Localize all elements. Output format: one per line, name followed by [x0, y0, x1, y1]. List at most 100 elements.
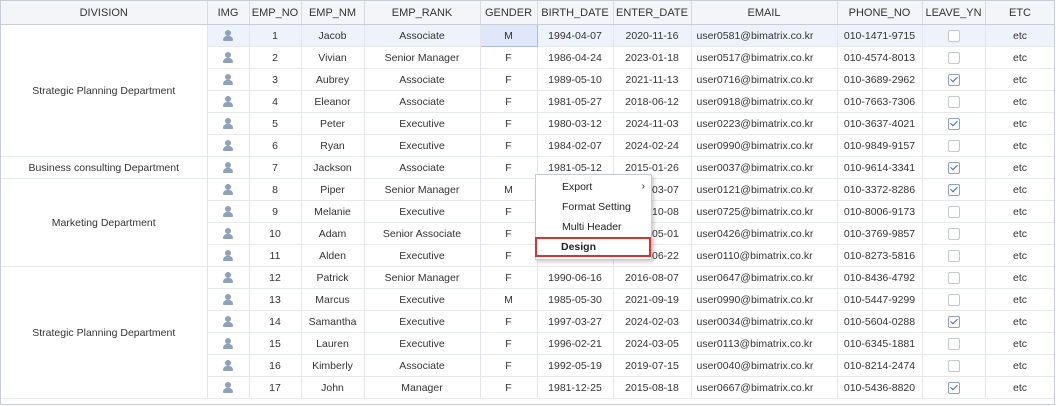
emp-no-cell[interactable]: 1 [249, 24, 302, 47]
leave-checkbox[interactable] [947, 249, 960, 262]
enter-date-cell[interactable]: 2021-09-19 [613, 288, 692, 311]
etc-cell[interactable]: etc [985, 24, 1054, 47]
email-cell[interactable]: user0426@bimatrix.co.kr [691, 222, 838, 245]
etc-cell[interactable]: etc [985, 222, 1054, 245]
column-header-emp-no[interactable]: EMP_NO [249, 1, 302, 25]
emp-name-cell[interactable]: Vivian [301, 46, 365, 69]
birth-date-cell[interactable]: 1994-04-07 [537, 24, 614, 47]
emp-no-cell[interactable]: 8 [249, 178, 302, 201]
column-header-etc[interactable]: ETC [985, 1, 1054, 25]
birth-date-cell[interactable]: 1997-03-27 [537, 310, 614, 333]
leave-checkbox[interactable] [947, 51, 960, 64]
enter-date-cell[interactable]: 2024-11-03 [613, 112, 692, 135]
email-cell[interactable]: user0990@bimatrix.co.kr [691, 134, 838, 157]
leave-checkbox[interactable] [947, 205, 960, 218]
leave-yn-cell[interactable] [922, 112, 986, 135]
emp-no-cell[interactable]: 7 [249, 156, 302, 179]
table-row[interactable]: Strategic Planning Department 1 Jacob Assoc… [1, 24, 1054, 157]
table-row[interactable]: Strategic Planning Department 12 Patrick Se… [1, 266, 1054, 399]
leave-checkbox[interactable] [947, 161, 960, 174]
emp-name-cell[interactable]: Kimberly [301, 354, 365, 377]
enter-date-cell[interactable]: 2020-11-16 [613, 24, 692, 47]
emp-no-cell[interactable]: 3 [249, 68, 302, 91]
birth-date-cell[interactable]: 1996-02-21 [537, 332, 614, 355]
column-header-gender[interactable]: GENDER [480, 1, 538, 25]
img-cell[interactable] [207, 200, 250, 223]
etc-cell[interactable]: etc [985, 310, 1054, 333]
table-row[interactable]: Marketing Department 8 Piper Senior Manager… [1, 178, 1054, 267]
leave-yn-cell[interactable] [922, 354, 986, 377]
emp-rank-cell[interactable]: Associate [364, 24, 481, 47]
leave-checkbox[interactable] [947, 315, 960, 328]
email-cell[interactable]: user0725@bimatrix.co.kr [691, 200, 838, 223]
leave-yn-cell[interactable] [922, 24, 986, 47]
emp-name-cell[interactable]: Alden [301, 244, 365, 267]
img-cell[interactable] [207, 134, 250, 157]
img-cell[interactable] [207, 222, 250, 245]
emp-rank-cell[interactable]: Associate [364, 354, 481, 377]
division-cell[interactable]: Strategic Planning Department [1, 266, 208, 399]
leave-checkbox[interactable] [947, 271, 960, 284]
emp-name-cell[interactable]: Piper [301, 178, 365, 201]
email-cell[interactable]: user0581@bimatrix.co.kr [691, 24, 838, 47]
column-header-birth-date[interactable]: BIRTH_DATE [537, 1, 614, 25]
birth-date-cell[interactable]: 1980-03-12 [537, 112, 614, 135]
emp-rank-cell[interactable]: Executive [364, 332, 481, 355]
email-cell[interactable]: user0990@bimatrix.co.kr [691, 288, 838, 311]
email-cell[interactable]: user0121@bimatrix.co.kr [691, 178, 838, 201]
emp-rank-cell[interactable]: Senior Manager [364, 178, 481, 201]
etc-cell[interactable]: etc [985, 376, 1054, 399]
img-cell[interactable] [207, 178, 250, 201]
etc-cell[interactable]: etc [985, 178, 1054, 201]
gender-cell[interactable]: M [480, 178, 538, 201]
leave-checkbox[interactable] [947, 95, 960, 108]
leave-yn-cell[interactable] [922, 134, 986, 157]
leave-checkbox[interactable] [947, 139, 960, 152]
emp-rank-cell[interactable]: Executive [364, 112, 481, 135]
gender-cell[interactable]: F [480, 200, 538, 223]
column-header-enter-date[interactable]: ENTER_DATE [613, 1, 692, 25]
gender-cell[interactable]: F [480, 222, 538, 245]
phone-cell[interactable]: 010-3689-2962 [837, 68, 923, 91]
emp-name-cell[interactable]: Samantha [301, 310, 365, 333]
gender-cell[interactable]: M [480, 288, 538, 311]
phone-cell[interactable]: 010-5436-8820 [837, 376, 923, 399]
emp-no-cell[interactable]: 12 [249, 266, 302, 289]
emp-name-cell[interactable]: Eleanor [301, 90, 365, 113]
phone-cell[interactable]: 010-8214-2474 [837, 354, 923, 377]
leave-checkbox[interactable] [947, 293, 960, 306]
leave-checkbox[interactable] [947, 337, 960, 350]
phone-cell[interactable]: 010-5447-9299 [837, 288, 923, 311]
emp-name-cell[interactable]: Marcus [301, 288, 365, 311]
leave-yn-cell[interactable] [922, 376, 986, 399]
img-cell[interactable] [207, 24, 250, 47]
gender-cell[interactable]: F [480, 376, 538, 399]
emp-name-cell[interactable]: Peter [301, 112, 365, 135]
img-cell[interactable] [207, 332, 250, 355]
leave-checkbox[interactable] [947, 73, 960, 86]
leave-yn-cell[interactable] [922, 266, 986, 289]
emp-name-cell[interactable]: Adam [301, 222, 365, 245]
phone-cell[interactable]: 010-6345-1881 [837, 332, 923, 355]
phone-cell[interactable]: 010-7663-7306 [837, 90, 923, 113]
division-cell[interactable]: Strategic Planning Department [1, 24, 208, 157]
emp-no-cell[interactable]: 9 [249, 200, 302, 223]
gender-cell[interactable]: F [480, 134, 538, 157]
img-cell[interactable] [207, 156, 250, 179]
etc-cell[interactable]: etc [985, 134, 1054, 157]
leave-checkbox[interactable] [947, 227, 960, 240]
gender-cell[interactable]: F [480, 354, 538, 377]
emp-rank-cell[interactable]: Executive [364, 310, 481, 333]
phone-cell[interactable]: 010-4574-8013 [837, 46, 923, 69]
phone-cell[interactable]: 010-8273-5816 [837, 244, 923, 267]
menu-item-export[interactable]: Export › [536, 177, 651, 197]
column-header-img[interactable]: IMG [207, 1, 250, 25]
email-cell[interactable]: user0716@bimatrix.co.kr [691, 68, 838, 91]
img-cell[interactable] [207, 376, 250, 399]
gender-cell[interactable]: F [480, 112, 538, 135]
emp-no-cell[interactable]: 13 [249, 288, 302, 311]
enter-date-cell[interactable]: 2024-02-24 [613, 134, 692, 157]
emp-rank-cell[interactable]: Senior Manager [364, 266, 481, 289]
img-cell[interactable] [207, 90, 250, 113]
img-cell[interactable] [207, 266, 250, 289]
